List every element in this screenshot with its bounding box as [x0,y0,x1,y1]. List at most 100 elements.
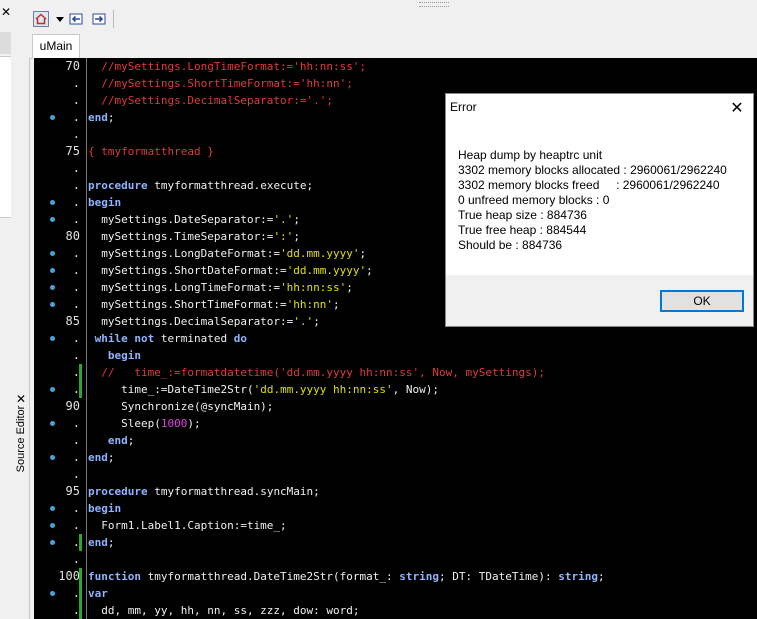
code-line[interactable]: . [34,551,757,568]
code-text: //mySettings.ShortTimeFormat:='hh:nn'; [88,75,353,92]
dialog-title: Error [450,100,477,114]
code-token: ; [333,298,340,311]
chevron-down-icon[interactable] [52,11,68,27]
code-line[interactable]: . Sleep(1000); [34,415,757,432]
code-token: tmyformatthread.DateTime2Str(format_: [140,570,400,583]
line-number: . [72,552,80,566]
source-editor-dock: ✕ Source Editor [12,0,30,619]
code-text: end; [88,432,135,449]
code-line[interactable]: . end; [34,449,757,466]
code-text: mySettings.LongTimeFormat:='hh:nn:ss'; [88,279,353,296]
home-icon[interactable] [33,11,49,27]
breakpoint-dot-icon[interactable] [50,540,55,545]
code-line[interactable]: . var [34,585,757,602]
code-token: end [88,111,108,124]
breakpoint-dot-icon[interactable] [50,506,55,511]
dialog-body: Heap dump by heaptrc unit 3302 memory bl… [446,122,753,275]
close-icon[interactable]: ✕ [0,5,12,19]
code-text: procedure tmyformatthread.execute; [88,177,313,194]
code-line[interactable]: . end; [34,534,757,551]
code-line[interactable]: 90 Synchronize(@syncMain); [34,398,757,415]
code-token: ; [107,451,115,464]
code-line[interactable]: . dd, mm, yy, hh, nn, ss, zzz, dow: word… [34,602,757,619]
code-token: '.' [293,315,314,328]
code-token: 'dd.mm.yyyy hh:nn:ss' [253,383,393,396]
breakpoint-dot-icon[interactable] [50,251,55,256]
modified-line-marker [79,534,82,551]
code-token: 'hh:nn' [286,298,334,311]
code-token: 'dd.mm.yyyy' [280,247,360,260]
code-line[interactable]: . //mySettings.ShortTimeFormat:='hh:nn'; [34,75,757,92]
dialog-title-bar[interactable]: Error ✕ [446,94,753,122]
code-token: end [88,434,128,447]
code-token: while not [88,332,155,345]
code-token: mySettings.ShortTimeFormat:= [88,298,287,311]
code-line[interactable]: . Form1.Label1.Caption:=time_; [34,517,757,534]
code-token: mySettings.LongDateFormat:= [88,247,281,260]
code-token: ; [366,264,373,277]
code-line[interactable]: . // time_:=formatdatetime('dd.mm.yyyy h… [34,364,757,381]
line-number: . [72,433,80,447]
breakpoint-dot-icon[interactable] [50,387,55,392]
line-number: . [72,382,80,396]
code-line[interactable]: 100 function tmyformatthread.DateTime2Str… [34,568,757,585]
source-editor-label[interactable]: Source Editor [15,401,29,477]
code-line[interactable]: . begin [34,500,757,517]
code-line[interactable]: . [34,466,757,483]
code-text: begin [88,500,121,517]
code-line[interactable]: 95 procedure tmyformatthread.syncMain; [34,483,757,500]
code-token: mySettings.TimeSeparator:= [88,230,274,243]
breakpoint-dot-icon[interactable] [50,115,55,120]
code-text: function tmyformatthread.DateTime2Str(fo… [88,568,605,585]
breakpoint-dot-icon[interactable] [50,217,55,222]
code-token: procedure [88,485,148,498]
code-token: do [233,332,247,345]
toolbar-grip[interactable] [419,2,449,7]
code-token: //mySettings.ShortTimeFormat:='hh:nn'; [88,77,353,90]
code-token: tmyformatthread.syncMain; [147,485,320,498]
code-text: dd, mm, yy, hh, nn, ss, zzz, dow: word; [88,602,359,619]
code-line[interactable]: 70 //mySettings.LongTimeFormat:='hh:nn:s… [34,58,757,75]
breakpoint-dot-icon[interactable] [50,285,55,290]
breakpoint-dot-icon[interactable] [50,455,55,460]
line-number: . [72,76,80,90]
code-line[interactable]: . time_:=DateTime2Str('dd.mm.yyyy hh:nn:… [34,381,757,398]
line-number: 70 [65,59,80,73]
code-token: 'hh:nn:ss' [280,281,347,294]
breakpoint-dot-icon[interactable] [50,200,55,205]
ok-button[interactable]: OK [660,290,744,312]
code-text: mySettings.LongDateFormat:='dd.mm.yyyy'; [88,245,366,262]
code-token: ; [293,230,300,243]
tab-umain[interactable]: uMain [32,34,80,59]
breakpoint-dot-icon[interactable] [50,523,55,528]
breakpoint-dot-icon[interactable] [50,591,55,596]
code-text: //mySettings.DecimalSeparator:='.'; [88,92,333,109]
line-number: . [72,467,80,481]
breakpoint-dot-icon[interactable] [50,268,55,273]
breakpoint-dot-icon[interactable] [50,421,55,426]
code-line[interactable]: . begin [34,347,757,364]
code-token: ':' [273,230,294,243]
code-text: Sleep(1000); [88,415,201,432]
code-token: end [88,536,108,549]
breakpoint-dot-icon[interactable] [50,302,55,307]
code-token: begin [88,502,122,515]
close-icon[interactable]: ✕ [728,99,746,117]
line-number: . [72,246,80,260]
line-number: 85 [65,314,80,328]
code-token: time_:=DateTime2Str( [88,383,254,396]
code-token: mySettings.DecimalSeparator:= [88,315,294,328]
jump-forward-icon[interactable] [91,11,107,27]
jump-back-icon[interactable] [68,11,84,27]
line-number: . [72,127,80,141]
code-line[interactable]: . end; [34,432,757,449]
code-token: ; [597,570,605,583]
code-text: procedure tmyformatthread.syncMain; [88,483,320,500]
modified-line-marker [79,602,82,619]
line-number: 80 [65,229,80,243]
line-number: . [72,161,80,175]
breakpoint-dot-icon[interactable] [50,336,55,341]
code-token: ; [293,213,300,226]
code-line[interactable]: . while not terminated do [34,330,757,347]
code-token: mySettings.ShortDateFormat:= [88,264,287,277]
